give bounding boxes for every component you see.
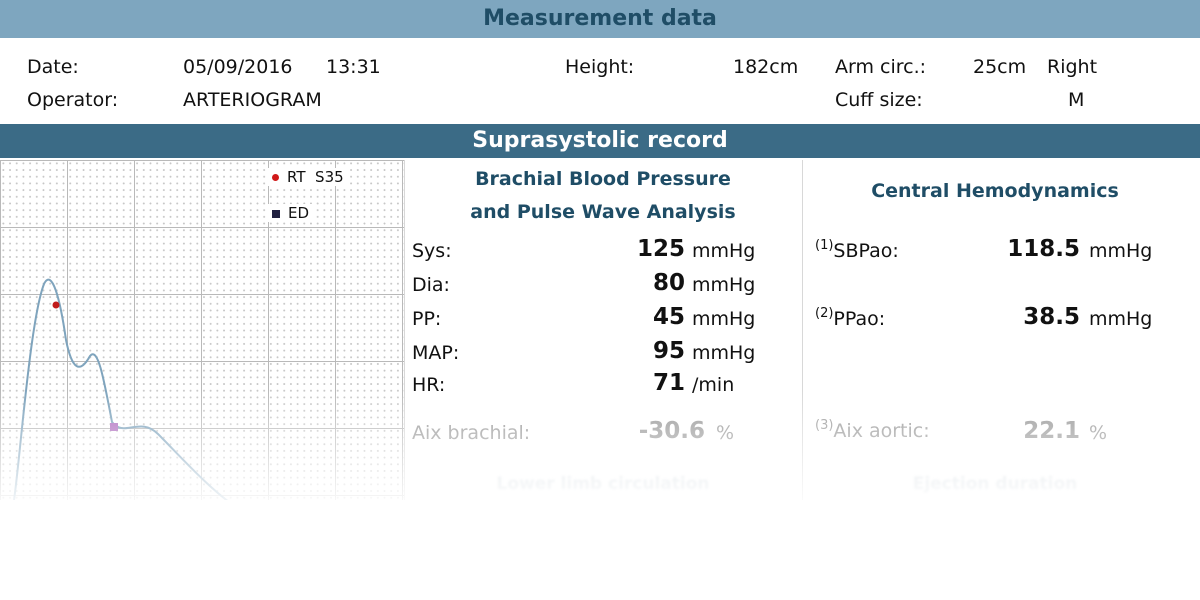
ppao-label-text: PPao: — [833, 308, 886, 330]
operator-value: ARTERIOGRAM — [183, 89, 322, 111]
column-divider-right — [802, 160, 803, 500]
pulse-wave-curve — [13, 278, 229, 500]
ed-marker-point — [110, 423, 118, 431]
sbpao-label-text: SBPao: — [833, 240, 899, 262]
brachial-title-line1: Brachial Blood Pressure — [475, 168, 731, 190]
sbpao-label: (1)SBPao: — [815, 238, 899, 262]
sys-label: Sys: — [412, 240, 452, 262]
aix-aortic-value: 22.1 — [1023, 418, 1080, 444]
map-value: 95 — [652, 338, 685, 364]
ppao-value: 38.5 — [1023, 304, 1080, 330]
ppao-label: (2)PPao: — [815, 306, 886, 330]
pp-value: 45 — [652, 304, 685, 330]
aix-brachial-label: Aix brachial: — [412, 422, 531, 444]
date-value: 05/09/2016 — [183, 56, 293, 78]
height-label: Height: — [565, 56, 635, 78]
brachial-title-line2: and Pulse Wave Analysis — [470, 201, 736, 223]
central-hemodynamics-title: Central Hemodynamics — [871, 180, 1119, 202]
date-label: Date: — [27, 56, 79, 78]
aix-aortic-unit: % — [1089, 422, 1108, 444]
aix-brachial-value: -30.6 — [638, 418, 705, 444]
cuff-size-label: Cuff size: — [835, 89, 923, 111]
sbpao-value: 118.5 — [1007, 236, 1080, 262]
aix-aortic-label-text: Aix aortic: — [833, 420, 930, 442]
hr-unit: /min — [692, 374, 735, 396]
ppao-footnote: (2) — [815, 306, 834, 321]
height-value: 182cm — [733, 56, 799, 78]
ejection-duration-title: Ejection duration — [912, 474, 1078, 494]
measurement-data-header: Measurement data — [0, 0, 1200, 38]
sys-unit: mmHg — [692, 240, 756, 262]
dia-label: Dia: — [412, 274, 450, 296]
arm-circ-label: Arm circ.: — [835, 56, 927, 78]
dia-value: 80 — [652, 270, 685, 296]
arm-side-value: Right — [1047, 56, 1098, 78]
cuff-size-value: M — [1068, 89, 1085, 111]
arm-circ-value: 25cm — [973, 56, 1027, 78]
lower-limb-title: Lower limb circulation — [496, 474, 710, 494]
pulse-waveform-graph: RT S35 ED — [0, 160, 404, 500]
aix-aortic-label: (3)Aix aortic: — [815, 418, 930, 442]
hr-value: 71 — [652, 370, 685, 396]
sys-value: 125 — [636, 236, 685, 262]
sbpao-footnote: (1) — [815, 238, 834, 253]
map-label: MAP: — [412, 342, 460, 364]
aix-aortic-footnote: (3) — [815, 418, 834, 433]
waveform-svg — [13, 278, 229, 500]
sbpao-unit: mmHg — [1089, 240, 1153, 262]
time-value: 13:31 — [326, 56, 381, 78]
suprasystolic-record-header: Suprasystolic record — [0, 124, 1200, 158]
aix-brachial-unit: % — [716, 422, 735, 444]
rt-marker-point — [52, 301, 60, 309]
operator-label: Operator: — [27, 89, 119, 111]
ppao-unit: mmHg — [1089, 308, 1153, 330]
pp-label: PP: — [412, 308, 442, 330]
hr-label: HR: — [412, 374, 446, 396]
map-unit: mmHg — [692, 342, 756, 364]
dia-unit: mmHg — [692, 274, 756, 296]
pp-unit: mmHg — [692, 308, 756, 330]
